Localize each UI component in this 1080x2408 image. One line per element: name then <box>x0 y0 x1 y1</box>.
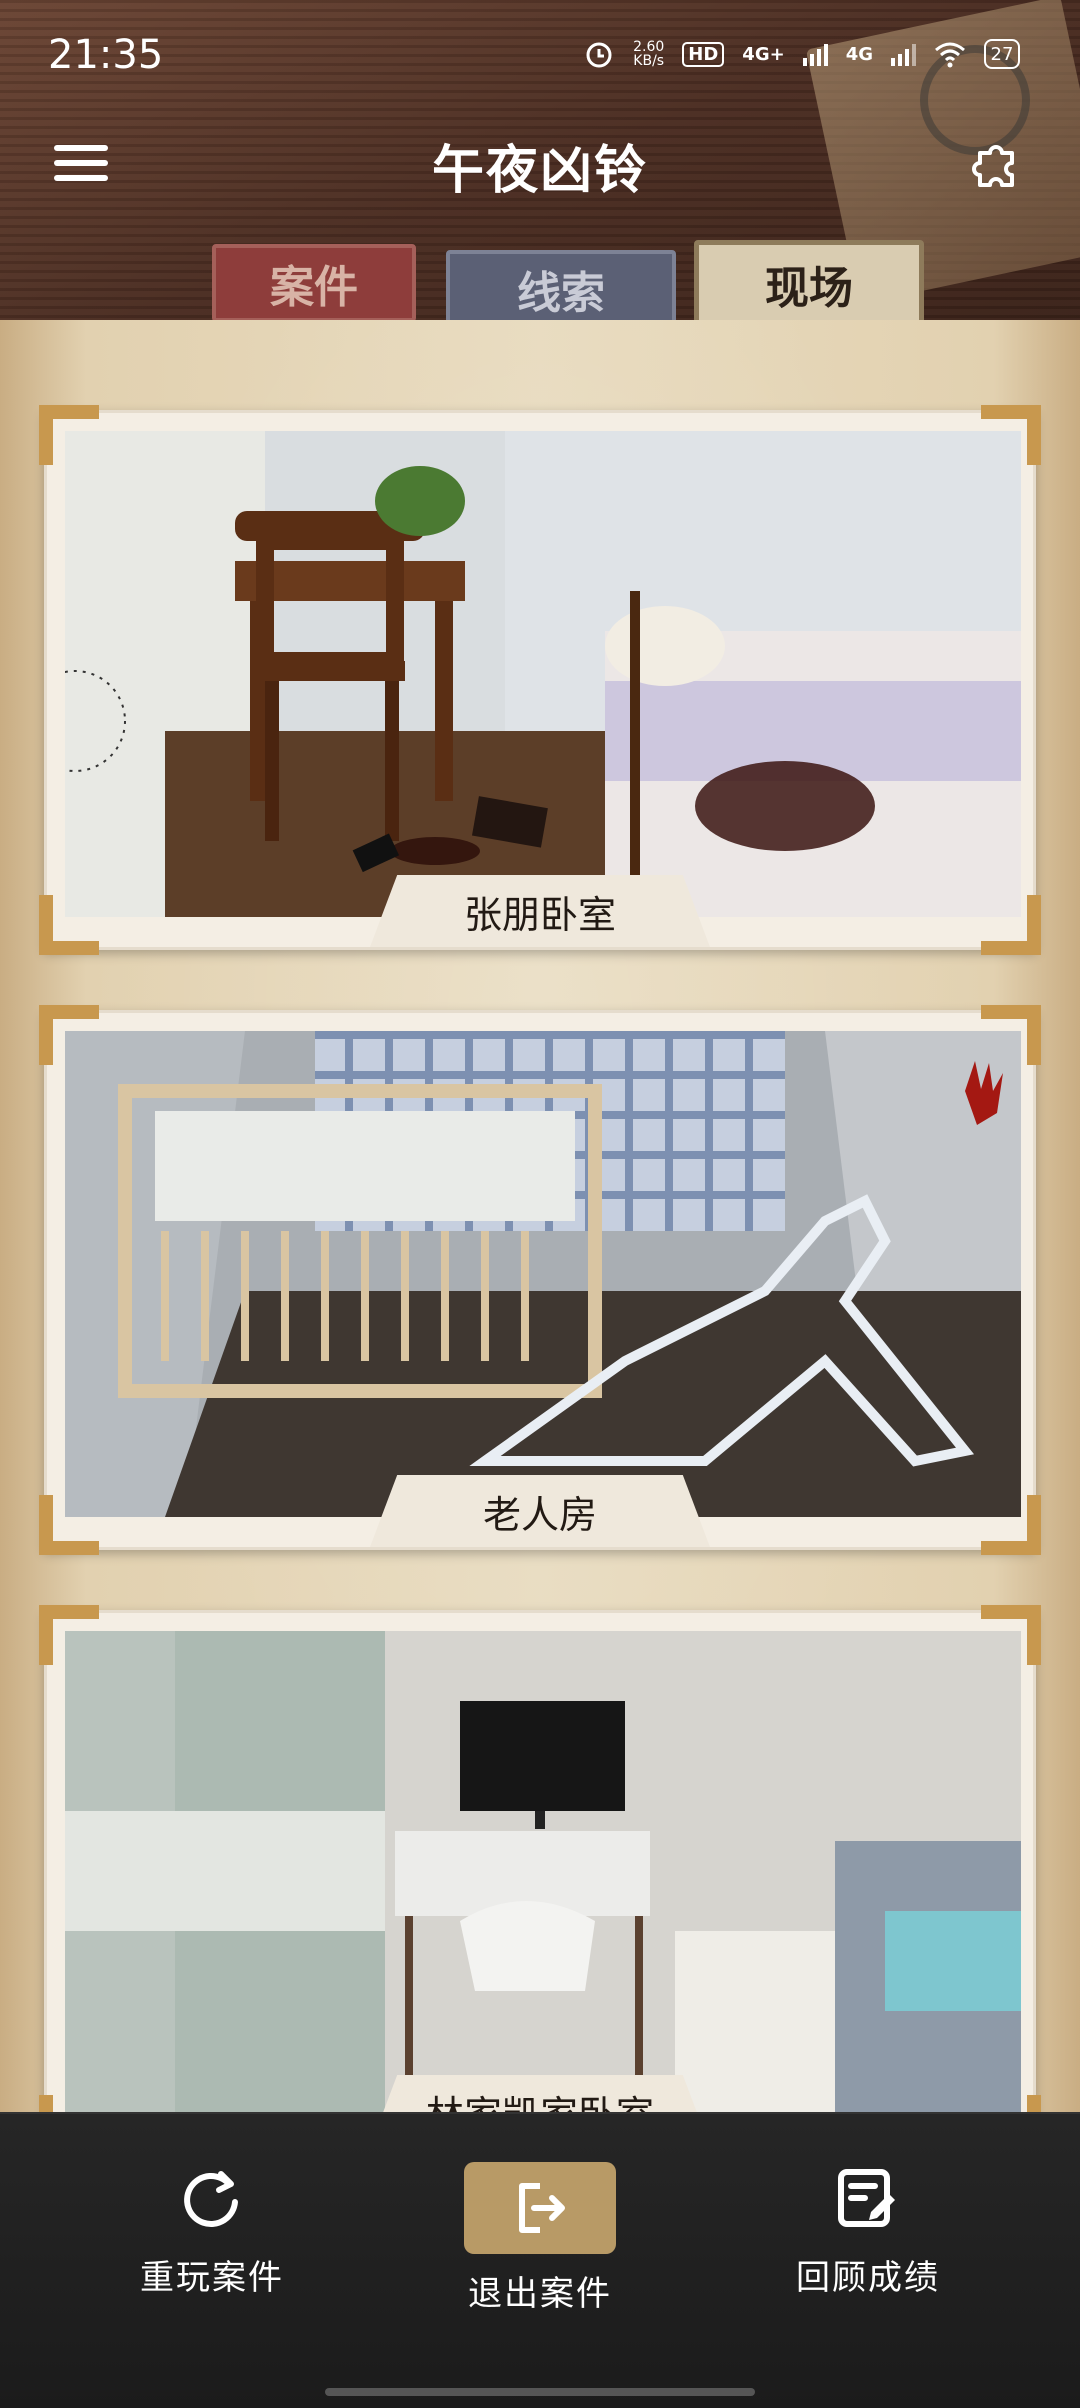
tab-clues[interactable]: 线索 <box>446 250 676 328</box>
review-score-button[interactable]: 回顾成绩 <box>768 2162 968 2362</box>
signal-icon-2 <box>891 42 916 66</box>
scene-photo <box>65 431 1021 917</box>
exit-case-label: 退出案件 <box>468 2274 612 2314</box>
exit-icon-box <box>464 2162 616 2254</box>
replay-case-button[interactable]: 重玩案件 <box>112 2162 312 2362</box>
corner-ornament <box>39 1495 99 1555</box>
scene-label: 张朋卧室 <box>370 875 710 947</box>
tab-scene[interactable]: 现场 <box>694 240 924 328</box>
scene-label: 老人房 <box>370 1475 710 1547</box>
corner-ornament <box>981 895 1041 955</box>
puzzle-icon[interactable] <box>970 135 1028 193</box>
scene-photo <box>65 1031 1021 1517</box>
status-bar: 21:35 2.60 KB/s HD 4G+ 4G 27 <box>0 0 1080 110</box>
replay-case-label: 重玩案件 <box>140 2258 284 2298</box>
network-speed: 2.60 KB/s <box>633 39 665 69</box>
scene-list: 张朋卧室 老人房 林家凯家卧室 <box>0 320 1080 2120</box>
signal-icon <box>802 42 828 66</box>
scene-photo <box>65 1631 1021 2117</box>
corner-ornament <box>981 405 1041 465</box>
bedroom-scene-image-3 <box>65 1631 1021 2117</box>
corner-ornament <box>39 895 99 955</box>
corner-ornament <box>981 1495 1041 1555</box>
tab-case[interactable]: 案件 <box>212 244 416 322</box>
corner-ornament <box>39 1605 99 1665</box>
review-score-label: 回顾成绩 <box>796 2258 940 2298</box>
elderly-room-scene-image <box>65 1031 1021 1517</box>
scene-card[interactable]: 老人房 <box>39 1005 1041 1555</box>
page-title: 午夜凶铃 <box>431 140 648 201</box>
signal-label-1: 4G+ <box>742 43 785 65</box>
hd-badge: HD <box>682 41 725 67</box>
signal-label-2: 4G <box>845 43 873 65</box>
scene-card[interactable]: 张朋卧室 <box>39 405 1041 955</box>
wifi-icon <box>935 42 965 68</box>
bottom-action-bar: 重玩案件 退出案件 回顾成绩 <box>0 2112 1080 2408</box>
exit-case-button[interactable]: 退出案件 <box>440 2162 640 2362</box>
corner-ornament <box>39 1005 99 1065</box>
exit-icon <box>519 2183 565 2233</box>
edit-notes-icon <box>838 2169 895 2227</box>
battery-indicator: 27 <box>984 39 1020 69</box>
alarm-icon <box>586 42 612 68</box>
corner-ornament <box>981 1005 1041 1065</box>
corner-ornament <box>39 405 99 465</box>
refresh-icon <box>184 2171 238 2227</box>
home-indicator[interactable] <box>325 2388 755 2396</box>
scene-card[interactable]: 林家凯家卧室 <box>39 1605 1041 2120</box>
corner-ornament <box>981 1605 1041 1665</box>
bedroom-scene-image <box>65 431 1021 917</box>
status-time: 21:35 <box>48 32 164 78</box>
status-icons: 2.60 KB/s HD 4G+ 4G 27 <box>583 38 1020 70</box>
